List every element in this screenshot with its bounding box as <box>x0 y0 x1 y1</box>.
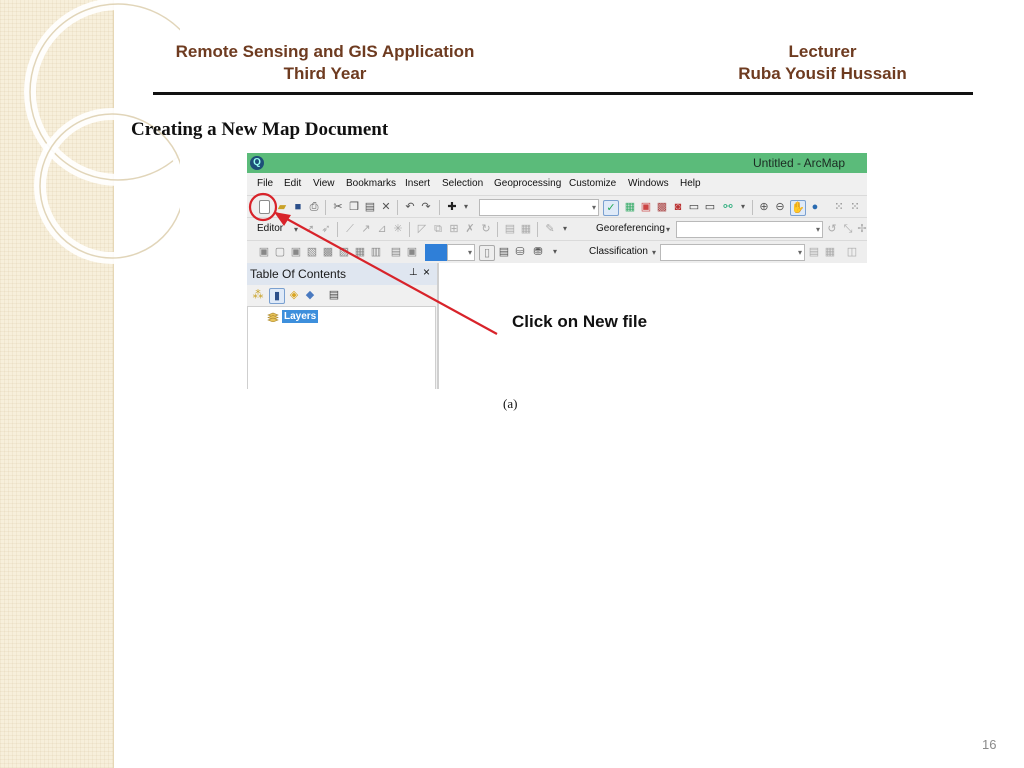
annotation-arrowhead <box>274 212 291 226</box>
figure-caption: (a) <box>503 396 518 411</box>
annotation-overlay <box>248 192 498 335</box>
highlight-circle <box>248 192 278 222</box>
page-number: 16 <box>982 737 997 752</box>
annotation-arrow-line <box>275 212 498 335</box>
callout-text: Click on New file <box>512 312 648 331</box>
